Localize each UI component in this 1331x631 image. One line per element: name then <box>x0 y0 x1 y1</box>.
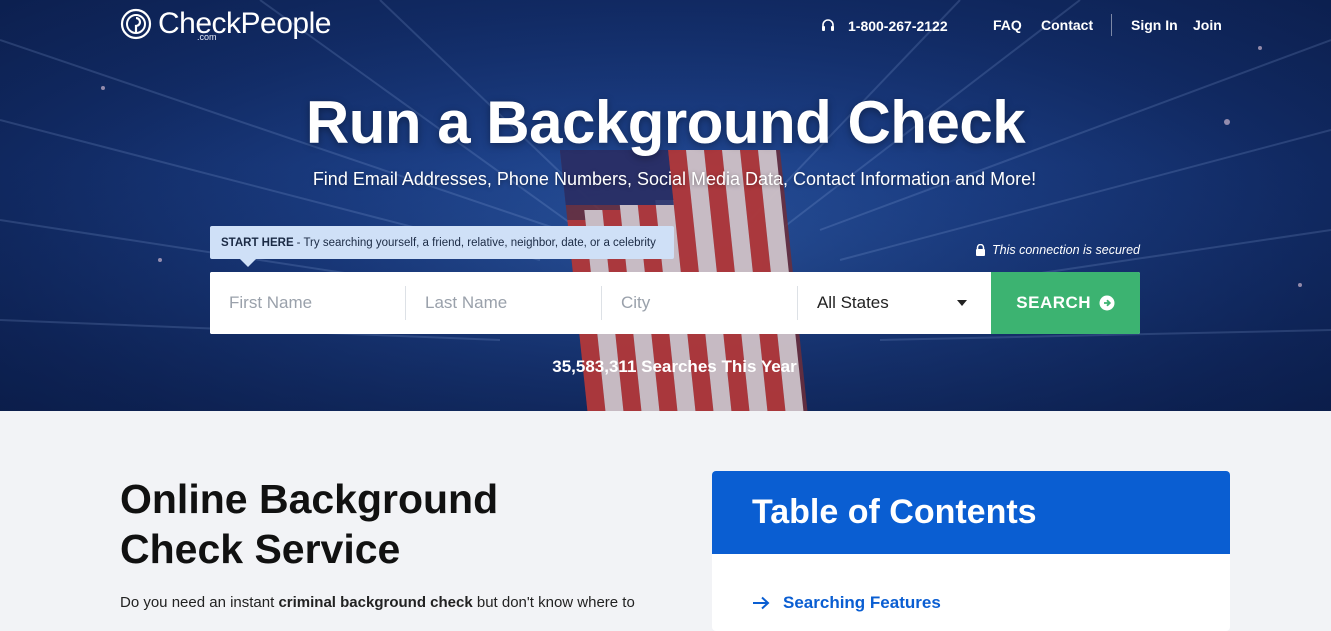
tip-text: - Try searching yourself, a friend, rela… <box>296 236 656 249</box>
intro-paragraph: Do you need an instant criminal backgrou… <box>120 594 680 611</box>
toc-item-label: Searching Features <box>783 593 941 612</box>
hero-background-image <box>0 0 1331 411</box>
nav-signin-link[interactable]: Sign In <box>1131 17 1178 35</box>
search-count: 35,583,311 Searches This Year <box>552 357 797 376</box>
intro-text-start: Do you need an instant <box>120 594 279 611</box>
nav-divider <box>1111 14 1112 36</box>
state-select[interactable]: All States <box>798 272 991 334</box>
toc-title: Table of Contents <box>712 471 1230 554</box>
lock-icon <box>976 244 985 256</box>
last-name-input[interactable] <box>405 272 601 334</box>
nav-join-link[interactable]: Join <box>1193 17 1222 35</box>
intro-link-text: criminal background check <box>278 594 473 611</box>
caret-down-icon <box>957 300 968 306</box>
logo[interactable]: CheckPeople <box>120 5 331 43</box>
search-button[interactable]: SEARCH <box>991 272 1140 334</box>
nav-contact-link[interactable]: Contact <box>1041 17 1093 35</box>
section-title: Online Background Check Service <box>120 476 499 572</box>
intro-text-end: but don't know where to <box>472 594 635 611</box>
search-button-label: SEARCH <box>1016 293 1092 312</box>
logo-text: CheckPeople <box>158 7 331 40</box>
logo-mark-icon <box>120 8 152 40</box>
hero-title: Run a Background Check <box>305 89 1026 156</box>
secure-connection-note: This connection is secured <box>975 243 1140 257</box>
state-select-value: All States <box>816 293 889 312</box>
table-of-contents: Table of Contents Searching Features <box>712 471 1230 631</box>
secure-text: This connection is secured <box>992 243 1140 257</box>
first-name-input[interactable] <box>210 272 405 334</box>
arrow-circle-right-icon <box>1099 295 1115 311</box>
phone-number: 1-800-267-2122 <box>848 18 948 34</box>
city-input[interactable] <box>601 272 797 334</box>
headset-icon <box>822 19 834 31</box>
tip-label: START HERE <box>221 236 294 249</box>
logo-suffix: .com <box>197 32 217 42</box>
phone-link[interactable]: 1-800-267-2122 <box>820 17 948 35</box>
hero-subtitle: Find Email Addresses, Phone Numbers, Soc… <box>312 169 1037 189</box>
people-search-form: All States SEARCH <box>210 272 1140 334</box>
nav-faq-link[interactable]: FAQ <box>993 17 1022 35</box>
toc-item-searching-features[interactable]: Searching Features <box>752 593 941 613</box>
start-here-tooltip: START HERE - Try searching yourself, a f… <box>210 226 674 267</box>
arrow-right-icon <box>753 596 770 610</box>
hero-banner: CheckPeople .com 1-800-267-2122 FAQ Cont… <box>0 0 1331 411</box>
